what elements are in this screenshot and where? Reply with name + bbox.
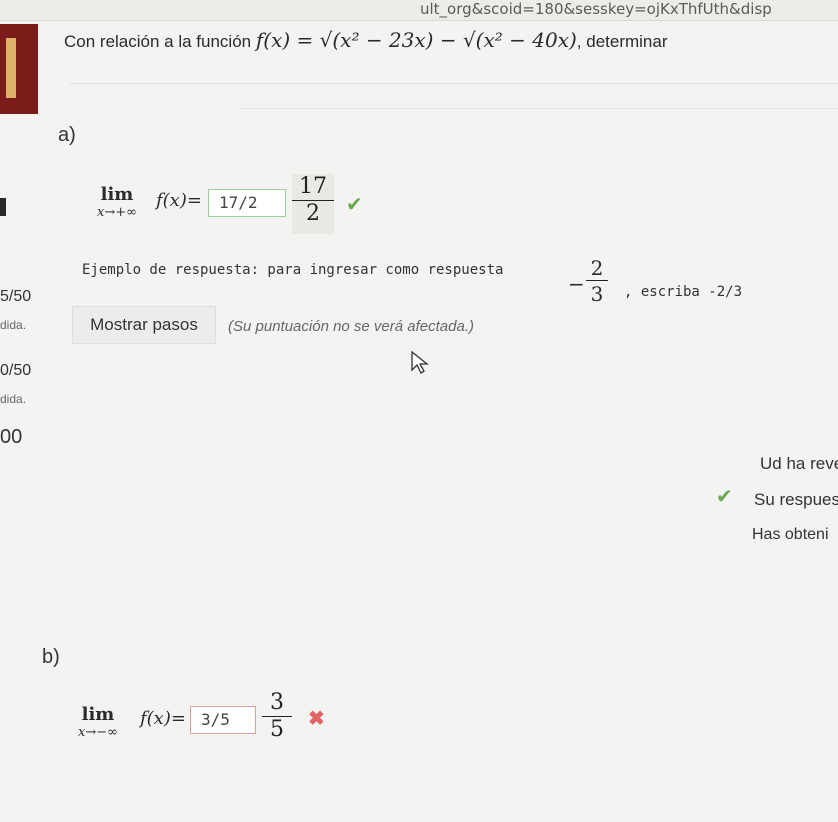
part-b-limit: lim x→−∞ xyxy=(60,704,136,740)
part-b-label: b) xyxy=(42,646,60,668)
part-a-answer-input[interactable]: 17/2 xyxy=(208,189,286,217)
feedback-line-1: Ud ha reve xyxy=(760,454,838,473)
divider xyxy=(70,83,838,84)
sidebar-score-1: 5/50 xyxy=(0,288,32,305)
feedback-line-3: Has obteni xyxy=(752,526,829,543)
lim-operator: lim xyxy=(100,184,134,205)
function-expression: f(x) = √(x² − 23x) − √(x² − 40x) xyxy=(255,28,577,52)
fx-label: f(x)= xyxy=(140,708,186,729)
example-sign: − xyxy=(568,272,585,296)
cross-icon: ✖ xyxy=(308,708,325,730)
example-text: Ejemplo de respuesta: para ingresar como… xyxy=(82,262,504,278)
sidebar-marker xyxy=(0,198,6,216)
score-note: (Su puntuación no se verá afectada.) xyxy=(228,318,474,335)
lim-operator: lim xyxy=(81,704,115,725)
check-icon: ✔ xyxy=(716,486,733,508)
part-b-answer-input[interactable]: 3/5 xyxy=(190,706,256,734)
mouse-cursor-icon xyxy=(411,350,429,374)
feedback-line-2: Su respues xyxy=(754,490,838,509)
preview-denominator: 5 xyxy=(270,717,284,742)
prompt-suffix: , determinar xyxy=(576,32,668,51)
sidebar-score-2: 0/50 xyxy=(0,362,32,379)
part-a-label: a) xyxy=(58,124,76,146)
sidebar-banner xyxy=(0,24,38,114)
preview-numerator: 3 xyxy=(262,690,292,717)
example-denominator: 3 xyxy=(590,282,604,306)
show-steps-button[interactable]: Mostrar pasos xyxy=(72,306,216,344)
part-b-preview: 3 5 xyxy=(262,690,292,750)
sidebar-banner-bar xyxy=(6,38,16,98)
check-icon: ✔ xyxy=(346,194,363,216)
lim-subscript: x→+∞ xyxy=(97,205,137,220)
preview-numerator: 17 xyxy=(292,174,334,201)
url-text: ult_org&scoid=180&sesskey=ojKxThfUth&dis… xyxy=(420,0,772,18)
question-prompt: Con relación a la función f(x) = √(x² − … xyxy=(64,28,668,52)
part-a-limit: lim x→+∞ xyxy=(84,184,150,220)
fx-label: f(x)= xyxy=(156,190,202,211)
preview-denominator: 2 xyxy=(306,201,320,226)
sidebar-status-1: dida. xyxy=(0,318,27,332)
example-numerator: 2 xyxy=(586,256,608,281)
divider xyxy=(240,108,838,109)
prompt-prefix: Con relación a la función xyxy=(64,32,252,51)
part-a-preview: 17 2 xyxy=(292,174,334,234)
lim-subscript: x→−∞ xyxy=(78,725,118,740)
example-tail: , escriba -2/3 xyxy=(624,284,743,300)
sidebar-status-2: dida. xyxy=(0,392,27,406)
sidebar-total: 00 xyxy=(0,426,23,448)
